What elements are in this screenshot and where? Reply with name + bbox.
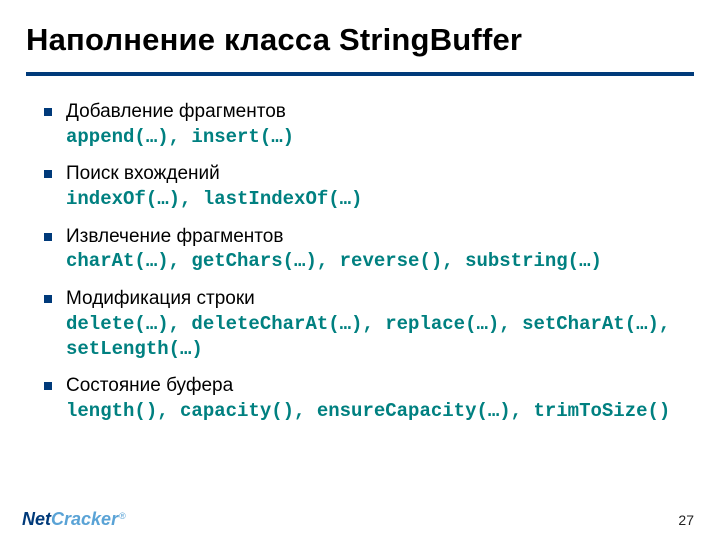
item-code: indexOf(…), lastIndexOf(…) [66, 188, 362, 210]
item-label: Состояние буфера [66, 375, 233, 396]
page-number: 27 [678, 512, 694, 528]
footer: NetCracker® 27 [0, 500, 720, 540]
item-label: Извлечение фрагментов [66, 226, 283, 247]
item-label: Поиск вхождений [66, 163, 220, 184]
list-item: Поиск вхождений indexOf(…), lastIndexOf(… [44, 162, 682, 211]
logo: NetCracker® [22, 509, 126, 530]
item-code: delete(…), deleteCharAt(…), replace(…), … [66, 313, 670, 360]
item-code: append(…), insert(…) [66, 126, 294, 148]
bullet-list: Добавление фрагментов append(…), insert(… [44, 100, 682, 424]
item-code: length(), capacity(), ensureCapacity(…),… [66, 400, 670, 422]
item-label: Добавление фрагментов [66, 101, 286, 122]
slide: Наполнение класса StringBuffer Добавлени… [0, 0, 720, 540]
logo-part1: Net [22, 509, 51, 529]
logo-registered: ® [119, 511, 126, 521]
content-area: Добавление фрагментов append(…), insert(… [0, 76, 720, 424]
slide-title: Наполнение класса StringBuffer [0, 0, 720, 58]
logo-part2: Cracker [51, 509, 118, 529]
list-item: Модификация строки delete(…), deleteChar… [44, 287, 682, 361]
list-item: Состояние буфера length(), capacity(), e… [44, 374, 682, 423]
item-code: charAt(…), getChars(…), reverse(), subst… [66, 250, 602, 272]
list-item: Добавление фрагментов append(…), insert(… [44, 100, 682, 149]
item-label: Модификация строки [66, 288, 255, 309]
list-item: Извлечение фрагментов charAt(…), getChar… [44, 225, 682, 274]
